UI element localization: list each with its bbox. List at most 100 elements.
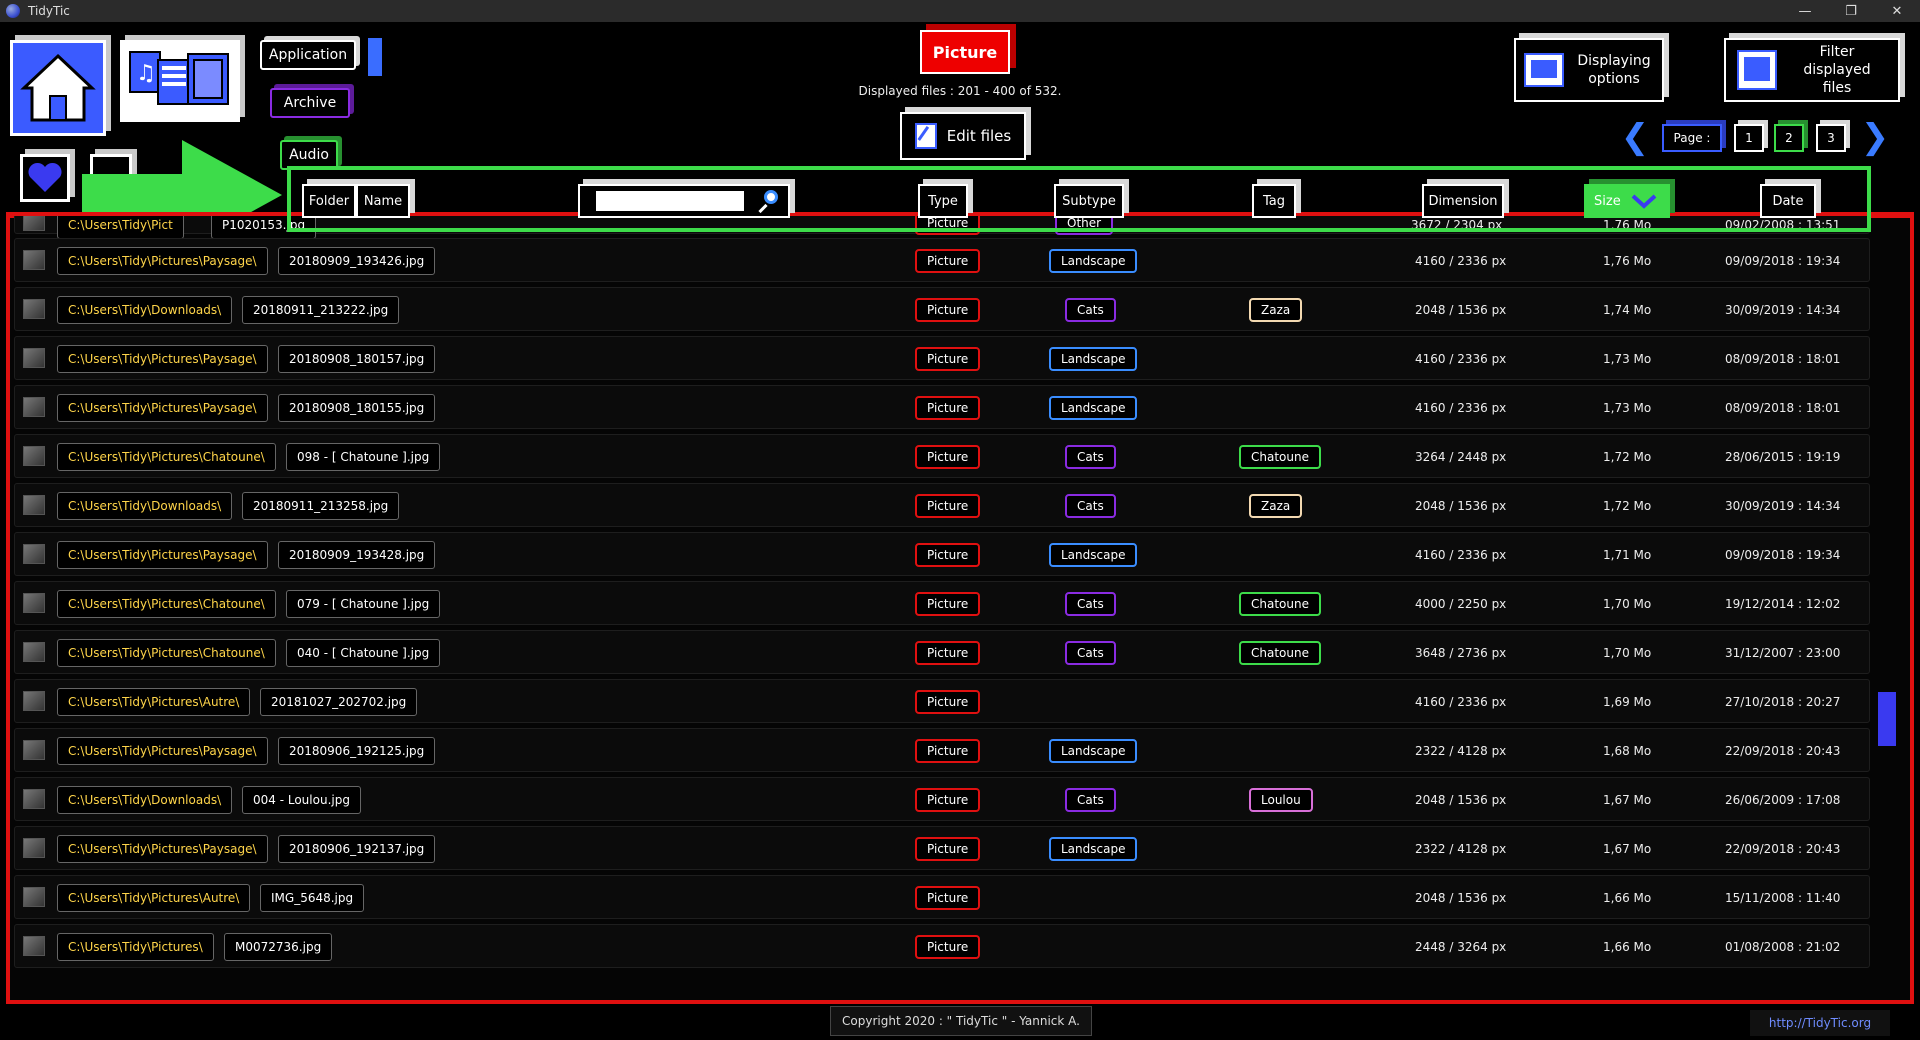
table-row[interactable]: C:\Users\Tidy\Pictures\Chatoune\ 098 - [ … xyxy=(14,434,1870,478)
column-tag-button[interactable]: Tag xyxy=(1252,184,1296,218)
folder-cell[interactable]: C:\Users\Tidy\Pict xyxy=(57,216,184,239)
next-page-button[interactable]: ❯ xyxy=(1860,117,1890,157)
column-dimension-button[interactable]: Dimension xyxy=(1422,184,1504,218)
table-row[interactable]: C:\Users\Tidy\Pictures\Paysage\ 20180909_… xyxy=(14,238,1870,282)
column-name-button[interactable]: Name xyxy=(356,184,410,218)
name-cell[interactable]: 040 - [ Chatoune ].jpg xyxy=(286,639,441,667)
type-tag[interactable]: Picture xyxy=(915,543,981,567)
folder-cell[interactable]: C:\Users\Tidy\Pictures\Paysage\ xyxy=(57,247,268,275)
previous-page-button[interactable]: ❮ xyxy=(1620,117,1650,157)
search-icon[interactable] xyxy=(756,190,778,214)
folder-cell[interactable]: C:\Users\Tidy\Pictures\Paysage\ xyxy=(57,737,268,765)
table-row[interactable]: C:\Users\Tidy\Pictures\Autre\ 20181027_20… xyxy=(14,679,1870,723)
table-row[interactable]: C:\Users\Tidy\Downloads\ 004 - Loulou.jpg… xyxy=(14,777,1870,821)
folder-cell[interactable]: C:\Users\Tidy\Downloads\ xyxy=(57,296,233,324)
table-row[interactable]: C:\Users\Tidy\Pictures\Paysage\ 20180906_… xyxy=(14,728,1870,772)
tag-label[interactable]: Chatoune xyxy=(1239,445,1321,469)
page-2-button[interactable]: 2 xyxy=(1774,124,1804,152)
table-row[interactable]: C:\Users\Tidy\Pictures\Paysage\ 20180906_… xyxy=(14,826,1870,870)
type-application-button[interactable]: Application xyxy=(260,40,356,70)
name-cell[interactable]: 20180906_192137.jpg xyxy=(278,835,436,863)
type-tag[interactable]: Picture xyxy=(915,396,981,420)
type-tag[interactable]: Picture xyxy=(915,886,981,910)
folder-cell[interactable]: C:\Users\Tidy\Pictures\Chatoune\ xyxy=(57,590,276,618)
displaying-options-button[interactable]: Displaying options xyxy=(1514,38,1664,102)
tag-label[interactable]: Zaza xyxy=(1249,298,1303,322)
tag-label[interactable]: Chatoune xyxy=(1239,592,1321,616)
table-row[interactable]: C:\Users\Tidy\Downloads\ 20180911_213222.… xyxy=(14,287,1870,331)
type-tag[interactable]: Picture xyxy=(915,249,981,273)
folder-cell[interactable]: C:\Users\Tidy\Pictures\ xyxy=(57,933,214,961)
type-tag[interactable]: Picture xyxy=(915,837,981,861)
edit-files-button[interactable]: Edit files xyxy=(900,112,1026,160)
name-cell[interactable]: 20180911_213222.jpg xyxy=(242,296,400,324)
name-cell[interactable]: 079 - [ Chatoune ].jpg xyxy=(286,590,441,618)
type-tag[interactable]: Picture xyxy=(915,935,981,959)
close-button[interactable]: ✕ xyxy=(1874,0,1920,22)
page-3-button[interactable]: 3 xyxy=(1816,124,1846,152)
minimize-button[interactable]: — xyxy=(1782,0,1828,22)
folder-cell[interactable]: C:\Users\Tidy\Downloads\ xyxy=(57,492,233,520)
website-link[interactable]: http://TidyTic.org xyxy=(1750,1010,1890,1036)
column-date-button[interactable]: Date xyxy=(1760,184,1816,218)
name-cell[interactable]: M0072736.jpg xyxy=(224,933,333,961)
name-cell[interactable]: 20180909_193426.jpg xyxy=(278,247,436,275)
type-tag[interactable]: Picture xyxy=(915,788,981,812)
table-row[interactable]: C:\Users\Tidy\Pictures\ M0072736.jpg Pictu… xyxy=(14,924,1870,968)
table-row[interactable]: C:\Users\Tidy\Pictures\Paysage\ 20180909_… xyxy=(14,532,1870,576)
type-tag[interactable]: Picture xyxy=(915,739,981,763)
home-button[interactable] xyxy=(10,40,106,136)
type-tag[interactable]: Picture xyxy=(915,592,981,616)
folder-cell[interactable]: C:\Users\Tidy\Pictures\Paysage\ xyxy=(57,541,268,569)
table-row[interactable]: C:\Users\Tidy\Pictures\Chatoune\ 040 - [ … xyxy=(14,630,1870,674)
type-tag[interactable]: Picture xyxy=(915,298,981,322)
subtype-tag[interactable]: Landscape xyxy=(1049,837,1138,861)
folder-cell[interactable]: C:\Users\Tidy\Pictures\Paysage\ xyxy=(57,835,268,863)
table-row[interactable]: C:\Users\Tidy\Downloads\ 20180911_213258.… xyxy=(14,483,1870,527)
name-cell[interactable]: 20180908_180155.jpg xyxy=(278,394,436,422)
subtype-tag[interactable]: Cats xyxy=(1065,298,1116,322)
table-row[interactable]: C:\Users\Tidy\Pictures\Autre\ IMG_5648.jp… xyxy=(14,875,1870,919)
type-tag[interactable]: Picture xyxy=(915,445,981,469)
column-subtype-button[interactable]: Subtype xyxy=(1054,184,1124,218)
subtype-tag[interactable]: Cats xyxy=(1065,494,1116,518)
folder-cell[interactable]: C:\Users\Tidy\Downloads\ xyxy=(57,786,233,814)
scrollbar-thumb[interactable] xyxy=(1878,692,1896,746)
name-cell[interactable]: 20180911_213258.jpg xyxy=(242,492,400,520)
column-type-button[interactable]: Type xyxy=(918,184,968,218)
subtype-tag[interactable]: Landscape xyxy=(1049,739,1138,763)
subtype-tag[interactable]: Landscape xyxy=(1049,347,1138,371)
subtype-tag[interactable]: Landscape xyxy=(1049,543,1138,567)
filter-displayed-files-button[interactable]: Filter displayed files xyxy=(1724,38,1900,102)
table-row[interactable]: C:\Users\Tidy\Pictures\Paysage\ 20180908_… xyxy=(14,385,1870,429)
name-cell[interactable]: 098 - [ Chatoune ].jpg xyxy=(286,443,441,471)
search-input[interactable] xyxy=(596,191,744,211)
folder-cell[interactable]: C:\Users\Tidy\Pictures\Autre\ xyxy=(57,688,251,716)
folder-cell[interactable]: C:\Users\Tidy\Pictures\Chatoune\ xyxy=(57,639,276,667)
subtype-tag[interactable]: Cats xyxy=(1065,445,1116,469)
subtype-tag[interactable]: Cats xyxy=(1065,592,1116,616)
subtype-tag[interactable]: Cats xyxy=(1065,641,1116,665)
name-cell[interactable]: 20180906_192125.jpg xyxy=(278,737,436,765)
tag-label[interactable]: Zaza xyxy=(1249,494,1303,518)
subtype-tag[interactable]: Landscape xyxy=(1049,249,1138,273)
name-cell[interactable]: IMG_5648.jpg xyxy=(260,884,365,912)
folder-cell[interactable]: C:\Users\Tidy\Pictures\Autre\ xyxy=(57,884,251,912)
column-folder-button[interactable]: Folder xyxy=(302,184,356,218)
page-1-button[interactable]: 1 xyxy=(1734,124,1764,152)
name-cell[interactable]: 20181027_202702.jpg xyxy=(260,688,418,716)
name-cell[interactable]: 20180909_193428.jpg xyxy=(278,541,436,569)
type-tag[interactable]: Picture xyxy=(915,347,981,371)
type-tag[interactable]: Picture xyxy=(915,641,981,665)
maximize-button[interactable]: ❐ xyxy=(1828,0,1874,22)
table-row[interactable]: C:\Users\Tidy\Pictures\Chatoune\ 079 - [ … xyxy=(14,581,1870,625)
folder-cell[interactable]: C:\Users\Tidy\Pictures\Paysage\ xyxy=(57,394,268,422)
tag-label[interactable]: Chatoune xyxy=(1239,641,1321,665)
column-size-button[interactable]: Size xyxy=(1584,184,1670,218)
favorites-button[interactable] xyxy=(20,154,70,202)
folder-cell[interactable]: C:\Users\Tidy\Pictures\Chatoune\ xyxy=(57,443,276,471)
type-archive-button[interactable]: Archive xyxy=(270,88,350,118)
subtype-tag[interactable]: Cats xyxy=(1065,788,1116,812)
folder-cell[interactable]: C:\Users\Tidy\Pictures\Paysage\ xyxy=(57,345,268,373)
media-files-button[interactable]: ♫ xyxy=(120,40,240,122)
